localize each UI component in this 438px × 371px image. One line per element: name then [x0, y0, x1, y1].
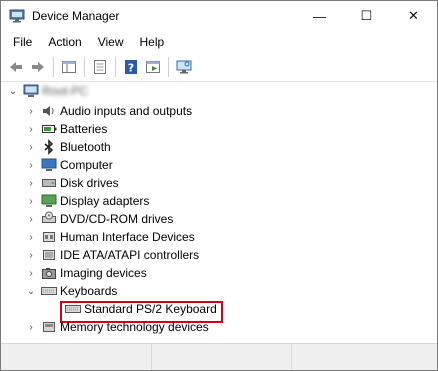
tree-item-batteries[interactable]: › Batteries — [25, 120, 107, 138]
tree-item-label: IDE ATA/ATAPI controllers — [60, 248, 200, 262]
status-pane — [152, 344, 293, 370]
tree-item-label: Keyboards — [60, 284, 118, 298]
minimize-button[interactable]: — — [296, 1, 343, 31]
toolbar-separator — [84, 57, 85, 77]
title-bar: Device Manager — ☐ ✕ — [1, 1, 437, 31]
menu-file[interactable]: File — [5, 35, 40, 49]
computer-icon — [41, 157, 57, 173]
chevron-right-icon[interactable]: › — [25, 246, 37, 264]
status-bar — [1, 343, 437, 370]
hid-icon — [41, 229, 57, 245]
chevron-right-icon[interactable]: › — [25, 156, 37, 174]
tree-item-computer[interactable]: › Computer — [25, 156, 113, 174]
tree-item-bluetooth[interactable]: › Bluetooth — [25, 138, 111, 156]
tree-item-label: Imaging devices — [60, 266, 147, 280]
help-button[interactable]: ? — [120, 56, 142, 78]
toolbar-separator — [115, 57, 116, 77]
chevron-right-icon[interactable]: › — [25, 138, 37, 156]
menu-bar: File Action View Help — [1, 31, 437, 53]
disk-drive-icon — [41, 175, 57, 191]
scan-monitor-icon — [176, 60, 192, 74]
tree-item-imaging-devices[interactable]: › Imaging devices — [25, 264, 147, 282]
camera-icon — [41, 265, 57, 281]
chevron-right-icon[interactable]: › — [25, 102, 37, 120]
tree-item-label: Computer — [60, 158, 113, 172]
tree-item-ide-controllers[interactable]: › IDE ATA/ATAPI controllers — [25, 246, 199, 264]
status-pane — [1, 344, 152, 370]
keyboard-icon — [41, 283, 57, 299]
scan-hardware-button[interactable] — [173, 56, 195, 78]
tree-item-audio[interactable]: › Audio inputs and outputs — [25, 102, 192, 120]
chevron-right-icon[interactable]: › — [25, 318, 37, 336]
dvd-drive-icon — [41, 211, 57, 227]
tree-item-label: Disk drives — [60, 176, 119, 190]
bluetooth-icon — [41, 139, 57, 155]
forward-arrow-icon — [32, 62, 44, 72]
window-title: Device Manager — [32, 9, 120, 23]
device-manager-app-icon — [9, 8, 25, 24]
tree-item-label: Batteries — [60, 122, 108, 136]
computer-icon — [23, 83, 39, 99]
back-button[interactable] — [5, 56, 27, 78]
tree-item-label: Bluetooth — [60, 140, 111, 154]
tree-item-label: Human Interface Devices — [60, 230, 195, 244]
maximize-button[interactable]: ☐ — [343, 1, 390, 31]
menu-view[interactable]: View — [90, 35, 132, 49]
battery-icon — [41, 121, 57, 137]
forward-button[interactable] — [27, 56, 49, 78]
tree-item-display-adapters[interactable]: › Display adapters — [25, 192, 149, 210]
tree-item-label: DVD/CD-ROM drives — [60, 212, 174, 226]
tree-item-keyboards[interactable]: ⌄ Keyboards — [25, 282, 118, 300]
help-icon: ? — [125, 60, 137, 75]
menu-action[interactable]: Action — [40, 35, 89, 49]
chevron-right-icon[interactable]: › — [25, 192, 37, 210]
chevron-right-icon[interactable]: › — [25, 120, 37, 138]
chevron-down-icon[interactable]: ⌄ — [7, 82, 19, 100]
chevron-down-icon[interactable]: ⌄ — [25, 282, 37, 300]
close-button[interactable]: ✕ — [390, 1, 437, 31]
action-pane-button[interactable] — [142, 56, 164, 78]
tree-item-disk-drives[interactable]: › Disk drives — [25, 174, 119, 192]
action-pane-icon — [146, 61, 160, 73]
console-tree-icon — [62, 61, 76, 73]
tree-item-label: Audio inputs and outputs — [60, 104, 193, 118]
toolbar: ? — [1, 53, 437, 82]
toolbar-separator — [168, 57, 169, 77]
properties-icon — [94, 60, 106, 74]
display-adapter-icon — [41, 193, 57, 209]
device-tree: ⌄ Root-PC › Audio inputs and outputs › B… — [1, 82, 437, 340]
status-pane — [292, 344, 437, 370]
memory-card-icon — [41, 319, 57, 335]
back-arrow-icon — [10, 62, 22, 72]
menu-help[interactable]: Help — [132, 35, 173, 49]
chevron-right-icon[interactable]: › — [25, 264, 37, 282]
tree-item-label: Memory technology devices — [60, 320, 209, 334]
tree-root[interactable]: ⌄ Root-PC — [7, 82, 88, 100]
properties-button[interactable] — [89, 56, 111, 78]
tree-item-label: Display adapters — [60, 194, 150, 208]
chevron-right-icon[interactable]: › — [25, 174, 37, 192]
device-manager-window: Device Manager — ☐ ✕ File Action View He… — [0, 0, 438, 371]
tree-item-dvd-drives[interactable]: › DVD/CD-ROM drives — [25, 210, 173, 228]
computer-name-label: Root-PC — [42, 84, 89, 98]
ide-controller-icon — [41, 247, 57, 263]
tree-item-hid[interactable]: › Human Interface Devices — [25, 228, 195, 246]
chevron-right-icon[interactable]: › — [25, 228, 37, 246]
tree-item-memory-devices[interactable]: › Memory technology devices — [25, 318, 209, 336]
svg-text:?: ? — [128, 62, 134, 75]
toolbar-separator — [53, 57, 54, 77]
show-hide-console-tree-button[interactable] — [58, 56, 80, 78]
speaker-icon — [41, 103, 57, 119]
chevron-right-icon[interactable]: › — [25, 210, 37, 228]
